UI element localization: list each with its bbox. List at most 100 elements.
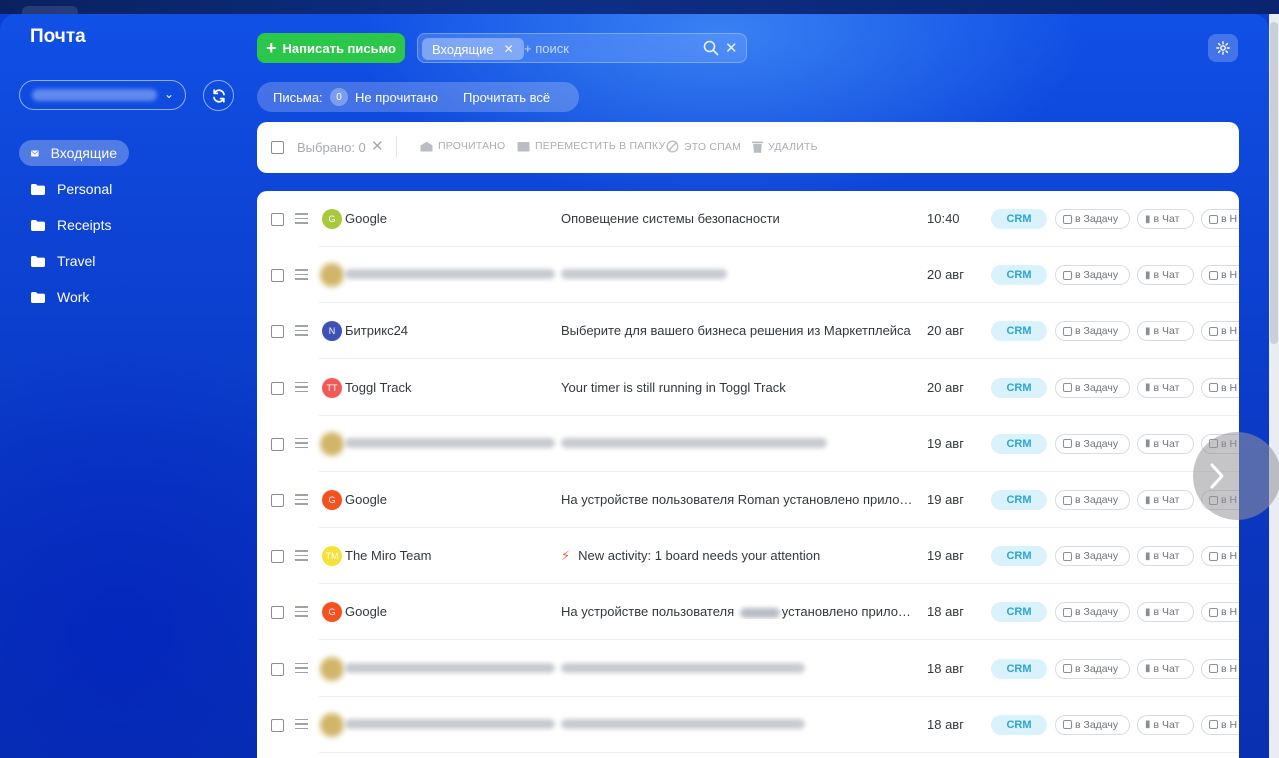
read-all-button[interactable]: Прочитать всё <box>463 90 550 105</box>
crm-button[interactable]: CRM <box>991 602 1047 623</box>
message-row[interactable]: 18 авг CRM в Задачу ▮ в Чат в Н <box>257 641 1239 697</box>
row-checkbox[interactable] <box>271 437 284 451</box>
crm-button[interactable]: CRM <box>991 490 1047 510</box>
to-task-button[interactable]: в Задачу <box>1055 265 1130 286</box>
message-row[interactable]: 19 авгCRMв Задачу▮в Чатв Н <box>257 416 1239 472</box>
to-chat-button[interactable]: ▮ в Чат <box>1137 377 1194 398</box>
crm-button[interactable]: CRM <box>991 209 1047 229</box>
drag-handle-icon[interactable] <box>295 494 308 506</box>
search-input[interactable]: Входящие ✕ + поиск ✕ <box>417 33 747 63</box>
drag-handle-icon[interactable] <box>295 213 308 225</box>
row-checkbox[interactable] <box>271 606 284 620</box>
to-task-button[interactable]: в Задачу <box>1055 321 1130 342</box>
more-action-button[interactable]: в Н <box>1201 714 1239 735</box>
to-chat-button[interactable]: ▮ в Чат <box>1137 265 1194 286</box>
search-placeholder[interactable]: + поиск <box>524 41 569 56</box>
message-row[interactable]: N Битрикс24 Выберите для вашего бизнеса ре… <box>257 303 1239 360</box>
message-row[interactable]: TM The Miro Team ⚡︎ New activity: 1 board n… <box>257 528 1239 585</box>
page-scrollbar-thumb[interactable] <box>1270 22 1278 344</box>
more-action-button[interactable]: в Н <box>1201 602 1239 623</box>
to-chat-button[interactable]: ▮ в Чат <box>1137 602 1194 623</box>
drag-handle-icon[interactable] <box>295 381 308 394</box>
row-checkbox[interactable] <box>271 325 284 339</box>
close-icon[interactable]: ✕ <box>504 42 514 56</box>
row-checkbox[interactable] <box>271 662 284 676</box>
to-task-button[interactable]: в Задачу <box>1055 490 1130 510</box>
next-page-button[interactable] <box>1193 432 1279 520</box>
to-task-button[interactable]: в Задачу <box>1055 209 1130 229</box>
message-row[interactable]: G Google Оповещение системы безопасности 10… <box>257 191 1239 247</box>
row-checkbox[interactable] <box>271 213 284 226</box>
drag-handle-icon[interactable] <box>295 550 308 562</box>
message-row[interactable]: 18 авг CRM в Задачу ▮ в Чат в Н <box>257 697 1239 753</box>
select-all-checkbox[interactable] <box>271 141 284 154</box>
row-checkbox[interactable] <box>271 381 284 395</box>
to-chat-button[interactable]: ▮ в Чат <box>1137 546 1194 567</box>
spam-button[interactable]: ЭТО СПАМ <box>666 140 741 153</box>
row-checkbox[interactable] <box>271 718 284 732</box>
to-chat-button[interactable]: ▮ в Чат <box>1137 490 1194 510</box>
more-action-button[interactable]: в Н <box>1201 209 1239 229</box>
to-chat-button[interactable]: ▮ в Чат <box>1137 658 1194 679</box>
row-checkbox[interactable] <box>271 269 284 283</box>
drag-handle-icon[interactable] <box>295 269 308 281</box>
delete-button[interactable]: УДАЛИТЬ <box>752 140 818 153</box>
subject[interactable]: На устройстве пользователя установлено п… <box>561 604 917 619</box>
to-task-button[interactable]: в Задачу <box>1055 658 1130 679</box>
row-checkbox[interactable] <box>271 494 284 507</box>
folder-travel[interactable]: Travel <box>19 248 129 274</box>
to-task-button[interactable]: в Задачу <box>1055 546 1130 567</box>
crm-button[interactable]: CRM <box>991 714 1047 735</box>
search-filter-chip[interactable]: Входящие ✕ <box>422 38 524 60</box>
clear-search-icon[interactable]: ✕ <box>725 39 738 57</box>
compose-button[interactable]: + Написать письмо <box>257 33 405 63</box>
crm-button[interactable]: CRM <box>991 433 1047 454</box>
drag-handle-icon[interactable] <box>295 606 308 618</box>
drag-handle-icon[interactable] <box>295 718 308 731</box>
to-task-button[interactable]: в Задачу <box>1055 377 1130 398</box>
more-action-button[interactable]: в Н <box>1201 546 1239 567</box>
settings-button[interactable] <box>1208 34 1238 62</box>
crm-button[interactable]: CRM <box>991 321 1047 342</box>
message-row[interactable]: G Google На устройстве пользователя устано… <box>257 584 1239 641</box>
subject[interactable]: ⚡︎ New activity: 1 board needs your atten… <box>561 548 917 564</box>
avatar: G <box>322 602 342 623</box>
more-action-button[interactable]: в Н <box>1201 658 1239 679</box>
to-chat-button[interactable]: ▮ в Чат <box>1137 433 1194 454</box>
clear-selection-icon[interactable]: ✕ <box>371 137 384 155</box>
filter-unread[interactable]: Не прочитано <box>355 90 438 105</box>
crm-button[interactable]: CRM <box>991 265 1047 286</box>
crm-button[interactable]: CRM <box>991 658 1047 679</box>
message-row[interactable]: TT Toggl Track Your timer is still running… <box>257 360 1239 416</box>
to-task-button[interactable]: в Задачу <box>1055 714 1130 735</box>
crm-button[interactable]: CRM <box>991 546 1047 567</box>
mark-read-button[interactable]: ПРОЧИТАНО <box>420 140 505 152</box>
message-row[interactable]: 20 авг CRM в Задачу ▮ в Чат в Н <box>257 247 1239 304</box>
folder-inbox[interactable]: Входящие <box>19 140 129 166</box>
to-chat-button[interactable]: ▮ в Чат <box>1137 209 1194 229</box>
more-action-button[interactable]: в Н <box>1201 265 1239 286</box>
drag-handle-icon[interactable] <box>295 437 308 450</box>
to-chat-button[interactable]: ▮ в Чат <box>1137 321 1194 342</box>
subject[interactable]: Оповещение системы безопасности <box>561 211 917 226</box>
drag-handle-icon[interactable] <box>295 325 308 337</box>
refresh-button[interactable] <box>203 80 234 111</box>
search-icon[interactable] <box>703 40 719 56</box>
to-task-button[interactable]: в Задачу <box>1055 602 1130 623</box>
to-chat-button[interactable]: ▮ в Чат <box>1137 714 1194 735</box>
subject[interactable]: На устройстве пользователя Roman установ… <box>561 492 917 507</box>
account-select[interactable]: ⌄ <box>19 80 186 110</box>
folder-work[interactable]: Work <box>19 284 129 310</box>
message-row[interactable]: G Google На устройстве пользователя Roman … <box>257 472 1239 528</box>
crm-button[interactable]: CRM <box>991 377 1047 398</box>
row-checkbox[interactable] <box>271 550 284 564</box>
more-action-button[interactable]: в Н <box>1201 377 1239 398</box>
folder-receipts[interactable]: Receipts <box>19 212 129 238</box>
move-to-folder-button[interactable]: ПЕРЕМЕСТИТЬ В ПАПКУ <box>517 140 665 152</box>
to-task-button[interactable]: в Задачу <box>1055 433 1130 454</box>
more-action-button[interactable]: в Н <box>1201 321 1239 342</box>
subject[interactable]: Your timer is still running in Toggl Tra… <box>561 380 917 395</box>
folder-personal[interactable]: Personal <box>19 176 129 202</box>
subject[interactable]: Выберите для вашего бизнеса решения из М… <box>561 323 917 338</box>
drag-handle-icon[interactable] <box>295 662 308 675</box>
